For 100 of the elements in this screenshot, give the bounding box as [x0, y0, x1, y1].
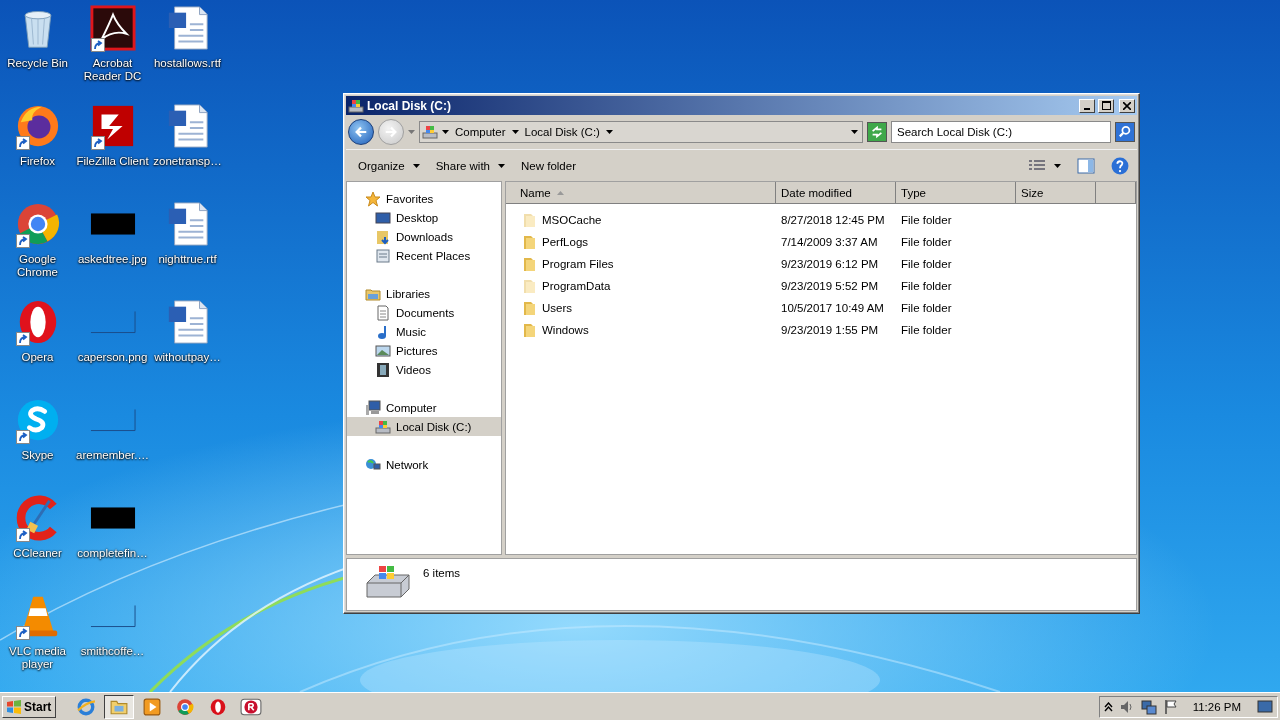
nav-item[interactable]: Recent Places	[347, 246, 501, 265]
show-hidden-icons-icon	[1103, 701, 1113, 712]
desktop-shortcut[interactable]: nighttrue.rtf	[150, 200, 225, 292]
toolbar-button[interactable]: New folder	[515, 156, 582, 175]
date-cell-text: 7/14/2009 3:37 AM	[780, 236, 879, 248]
windows-logo-icon	[6, 699, 22, 714]
nav-item[interactable]: Favorites	[347, 189, 501, 208]
document-icon	[375, 304, 391, 321]
shortcut-arrow-icon	[15, 136, 30, 150]
breadcrumb-link[interactable]: Local Disk (C:)	[522, 126, 602, 138]
column-header[interactable]: Name	[506, 182, 776, 203]
nav-item[interactable]: Computer	[347, 398, 501, 417]
date-cell-text: 9/23/2019 5:52 PM	[780, 280, 880, 292]
minimize-icon	[1084, 107, 1090, 110]
shortcut-arrow-icon	[90, 136, 105, 150]
folder-icon	[522, 322, 538, 338]
file-row[interactable]: Program Files 9/23/2019 6:12 PM File folder	[506, 253, 1136, 275]
window-title: Local Disk (C:)	[367, 98, 452, 113]
taskbar-app[interactable]	[104, 694, 135, 719]
desktop-shortcut[interactable]: Recycle Bin	[0, 4, 75, 96]
desktop-shortcut[interactable]: FileZilla Client	[75, 102, 150, 194]
caret-icon	[442, 130, 449, 134]
folder-icon	[522, 234, 538, 250]
folder-icon	[522, 278, 538, 294]
nav-item[interactable]: Libraries	[347, 284, 501, 303]
drive-icon	[365, 565, 411, 599]
view-dropdown-button[interactable]	[1052, 161, 1063, 170]
address-bar[interactable]: Computer Local Disk (C:)	[419, 121, 863, 143]
computer-icon	[365, 399, 381, 416]
nav-item[interactable]: Videos	[347, 360, 501, 379]
file-row[interactable]: MSOCache 8/27/2018 12:45 PM File folder	[506, 209, 1136, 231]
app-logo-icon	[240, 697, 263, 716]
type-cell-text: File folder	[900, 324, 953, 336]
history-caret-icon	[408, 130, 415, 134]
desktop-shortcut[interactable]: withoutpay…	[150, 298, 225, 390]
preview-pane-button[interactable]	[1075, 155, 1097, 176]
column-header[interactable]: Size	[1016, 182, 1096, 203]
breadcrumb-link[interactable]: Computer	[453, 126, 508, 138]
start-button[interactable]: Start	[2, 695, 57, 718]
internet-explorer-icon	[77, 697, 96, 716]
file-row[interactable]: Users 10/5/2017 10:49 AM File folder	[506, 297, 1136, 319]
recent-places-icon	[375, 247, 391, 264]
toolbar-button[interactable]: Organize	[352, 156, 426, 175]
network-icon	[365, 456, 381, 473]
file-name: ProgramData	[542, 280, 611, 292]
search-field[interactable]: Search Local Disk (C:)	[891, 121, 1111, 143]
shortcut-arrow-icon	[15, 528, 30, 542]
file-row[interactable]: PerfLogs 7/14/2009 3:37 AM File folder	[506, 231, 1136, 253]
caret-icon	[1054, 163, 1061, 168]
date-cell-text: 9/23/2019 1:55 PM	[780, 324, 880, 336]
sort-arrow-icon	[556, 190, 564, 195]
type-cell-text: File folder	[900, 236, 953, 248]
shortcut-arrow-icon	[15, 626, 30, 640]
desktop-shortcut[interactable]: Google Chrome	[0, 200, 75, 292]
nav-item[interactable]: Downloads	[347, 227, 501, 246]
file-row[interactable]: Windows 9/23/2019 1:55 PM File folder	[506, 319, 1136, 341]
film-strip-icon	[375, 361, 391, 378]
file-name: PerfLogs	[542, 236, 589, 248]
folder-download-icon	[375, 228, 391, 245]
refresh-icon	[870, 125, 884, 139]
back-arrow-icon	[354, 125, 368, 139]
nav-item[interactable]: Local Disk (C:)	[347, 417, 501, 436]
type-cell-text: File folder	[900, 258, 953, 270]
desktop-shortcut[interactable]: Opera	[0, 298, 75, 390]
refresh-button[interactable]	[867, 122, 887, 142]
desktop-shortcut[interactable]: Firefox	[0, 102, 75, 194]
date-cell-text: 9/23/2019 6:12 PM	[780, 258, 880, 270]
desktop-shortcut[interactable]: zonetransp…	[150, 102, 225, 194]
column-header[interactable]: Type	[896, 182, 1016, 203]
nav-item[interactable]: Desktop	[347, 208, 501, 227]
caret-icon	[412, 163, 420, 168]
desktop-shortcut[interactable]: hostallows.rtf	[150, 4, 225, 96]
folder-icon	[522, 256, 538, 272]
preview-pane-icon	[1077, 157, 1095, 174]
desktop-shortcut[interactable]: askedtree.jpg	[75, 200, 150, 292]
nav-item[interactable]: Documents	[347, 303, 501, 322]
maximize-button[interactable]	[1098, 98, 1114, 113]
nav-item[interactable]: Network	[347, 455, 501, 474]
caret-icon	[605, 130, 613, 134]
close-icon	[1123, 101, 1131, 110]
close-button[interactable]	[1119, 98, 1135, 113]
network-icon	[1140, 698, 1157, 715]
file-row[interactable]: ProgramData 9/23/2019 5:52 PM File folder	[506, 275, 1136, 297]
caret-icon	[498, 163, 505, 168]
toolbar-button[interactable]: Share with	[429, 156, 511, 175]
picture-frame-icon	[375, 342, 391, 359]
date-cell-text: 10/5/2017 10:49 AM	[780, 302, 885, 314]
folder-icon	[522, 300, 538, 316]
column-header[interactable]: Date modified	[776, 182, 896, 203]
back-button[interactable]	[348, 119, 374, 145]
nav-item[interactable]: Pictures	[347, 341, 501, 360]
minimize-button[interactable]	[1079, 98, 1095, 113]
drive-icon	[375, 418, 391, 435]
help-icon	[1111, 156, 1129, 175]
file-name: Users	[542, 302, 573, 314]
search-button[interactable]	[1115, 122, 1135, 142]
desktop-shortcut[interactable]: caperson.png	[75, 298, 150, 390]
nav-item[interactable]: Music	[347, 322, 501, 341]
desktop-shortcut[interactable]: Acrobat Reader DC	[75, 4, 150, 96]
star-icon	[365, 190, 381, 207]
